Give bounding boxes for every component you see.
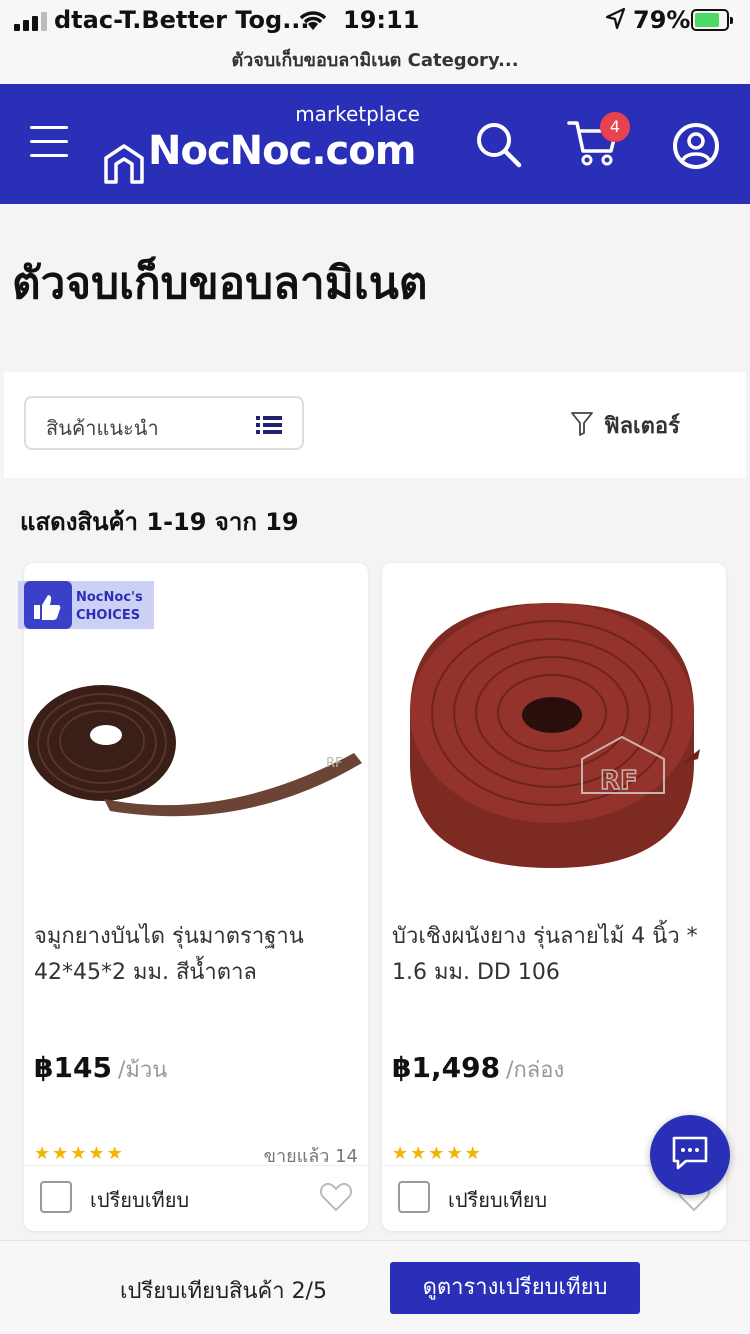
logo-text: NocNoc.com <box>148 128 416 174</box>
product-price: ฿145/ม้วน <box>34 1051 167 1087</box>
divider <box>24 1165 368 1166</box>
sort-filter-toolbar: สินค้าแนะนำ ฟิลเตอร์ <box>4 372 746 478</box>
star-icon: ★ <box>70 1143 87 1164</box>
chat-icon <box>670 1135 710 1175</box>
url-bar[interactable]: ตัวจบเก็บขอบลามิเนต Category... <box>0 42 750 84</box>
view-compare-table-button[interactable]: ดูตารางเปรียบเทียบ <box>390 1262 640 1314</box>
logo-subtext: marketplace <box>295 102 420 126</box>
compare-bar: เปรียบเทียบสินค้า 2/5 ดูตารางเปรียบเทียบ <box>0 1240 750 1334</box>
nocnoc-choices-badge: NocNoc's CHOICES <box>18 579 156 631</box>
price-value: ฿145 <box>34 1051 112 1084</box>
hamburger-icon[interactable] <box>30 126 68 158</box>
star-icon: ★ <box>52 1143 69 1164</box>
user-icon[interactable] <box>672 122 720 174</box>
carrier-name: dtac-T.Better Tog... <box>54 6 310 34</box>
star-icon: ★ <box>88 1143 105 1164</box>
location-arrow-icon <box>604 6 626 38</box>
watermark: RF <box>600 766 638 796</box>
wifi-icon <box>296 6 330 38</box>
clock: 19:11 <box>343 6 420 34</box>
star-icon: ★ <box>428 1143 445 1164</box>
filter-label: ฟิลเตอร์ <box>604 414 680 439</box>
house-logo-icon <box>102 142 146 190</box>
site-header: marketplace NocNoc.com 4 <box>0 84 750 204</box>
star-icon: ★ <box>446 1143 463 1164</box>
price-unit: /ม้วน <box>117 1058 168 1083</box>
badge-line1: NocNoc's <box>76 590 143 605</box>
signal-icon <box>14 12 47 31</box>
filter-button[interactable]: ฟิลเตอร์ <box>570 408 680 443</box>
star-icon: ★ <box>464 1143 481 1164</box>
star-icon: ★ <box>106 1143 123 1164</box>
battery-percent: 79% <box>633 6 691 34</box>
product-price: ฿1,498/กล่อง <box>392 1051 564 1087</box>
watermark: RF <box>326 756 343 771</box>
compare-checkbox[interactable] <box>40 1181 72 1213</box>
badge-line2: CHOICES <box>76 608 140 623</box>
star-icon: ★ <box>34 1143 51 1164</box>
compare-label[interactable]: เปรียบเทียบ <box>90 1184 189 1216</box>
chat-button[interactable] <box>650 1115 730 1195</box>
compare-label[interactable]: เปรียบเทียบ <box>448 1184 547 1216</box>
list-icon <box>256 415 282 439</box>
compare-checkbox[interactable] <box>398 1181 430 1213</box>
battery-icon <box>691 9 733 31</box>
rating-stars: ★ ★ ★ ★ ★ <box>392 1143 481 1164</box>
product-card[interactable]: RF NocNoc's CHOICES จมูกยางบันได รุ่นมาต… <box>18 563 368 1231</box>
product-name[interactable]: จมูกยางบันได รุ่นมาตราฐาน 42*45*2 มม. สี… <box>34 919 360 991</box>
logo[interactable]: marketplace NocNoc.com <box>100 102 420 192</box>
price-unit: /กล่อง <box>506 1058 565 1083</box>
compare-count-text: เปรียบเทียบสินค้า 2/5 <box>120 1279 327 1304</box>
rating-stars: ★ ★ ★ ★ ★ <box>34 1143 123 1164</box>
product-image[interactable]: RF <box>382 563 726 893</box>
star-icon: ★ <box>410 1143 427 1164</box>
results-count: แสดงสินค้า 1-19 จาก 19 <box>20 508 299 536</box>
product-name[interactable]: บัวเชิงผนังยาง รุ่นลายไม้ 4 นิ้ว * 1.6 ม… <box>392 919 718 991</box>
page-title: ตัวจบเก็บขอบลามิเนต <box>12 258 428 309</box>
star-icon: ★ <box>392 1143 409 1164</box>
sort-dropdown[interactable]: สินค้าแนะนำ <box>24 396 304 450</box>
status-bar: dtac-T.Better Tog... 19:11 79% <box>0 0 750 42</box>
cart-count-badge: 4 <box>600 112 630 142</box>
heart-icon[interactable] <box>319 1182 353 1216</box>
sort-value: สินค้าแนะนำ <box>46 416 159 440</box>
price-value: ฿1,498 <box>392 1051 501 1084</box>
search-icon[interactable] <box>474 120 522 172</box>
filter-icon <box>570 411 594 441</box>
